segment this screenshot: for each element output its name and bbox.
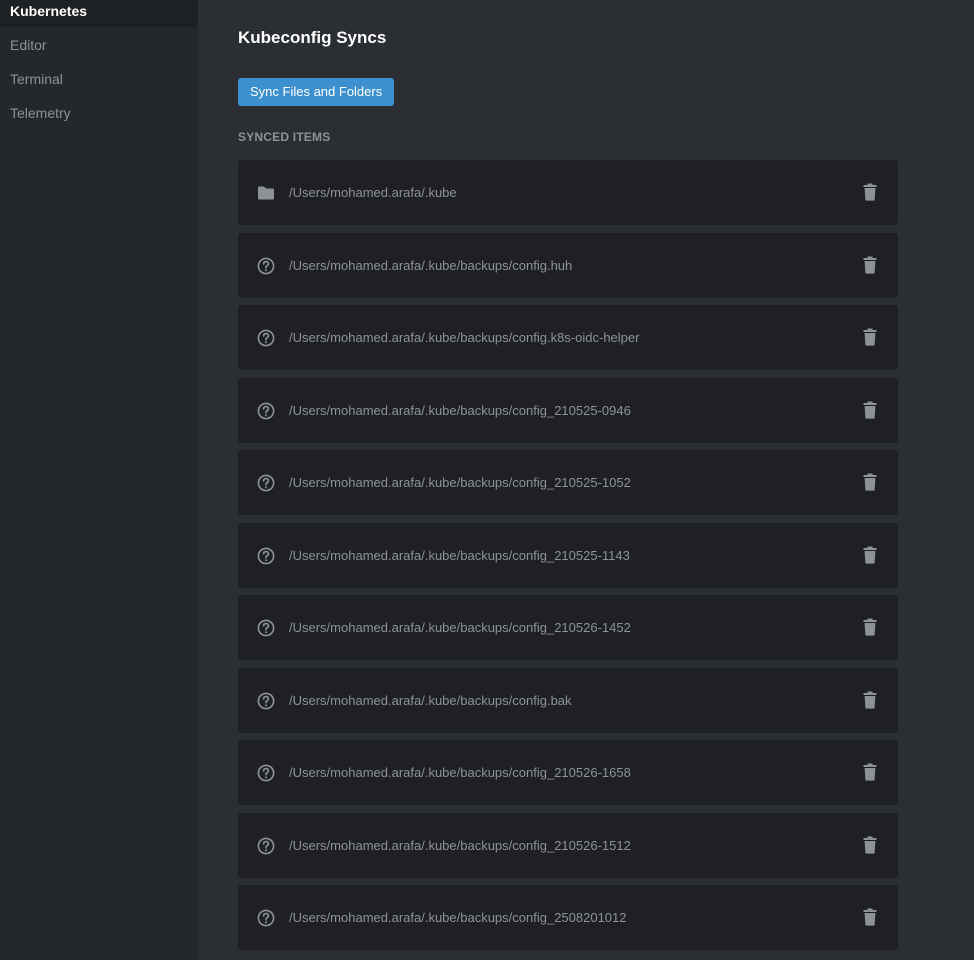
help-circle-icon xyxy=(257,909,275,927)
sidebar: Kubernetes Editor Terminal Telemetry xyxy=(0,0,198,960)
delete-trash-icon[interactable] xyxy=(862,691,878,709)
synced-item-row: /Users/mohamed.arafa/.kube/backups/confi… xyxy=(238,377,898,443)
synced-item-path: /Users/mohamed.arafa/.kube/backups/confi… xyxy=(289,330,640,345)
help-circle-icon xyxy=(257,402,275,420)
folder-icon xyxy=(257,184,275,202)
synced-item-row: /Users/mohamed.arafa/.kube/backups/confi… xyxy=(238,812,898,878)
synced-item-row: /Users/mohamed.arafa/.kube/backups/confi… xyxy=(238,450,898,515)
help-circle-icon xyxy=(257,619,275,637)
help-circle-icon xyxy=(257,257,275,275)
delete-trash-icon[interactable] xyxy=(862,256,878,274)
synced-item-row: /Users/mohamed.arafa/.kube xyxy=(238,160,898,225)
synced-item-path: /Users/mohamed.arafa/.kube xyxy=(289,185,457,200)
sidebar-item-terminal[interactable]: Terminal xyxy=(0,61,198,95)
delete-trash-icon[interactable] xyxy=(862,546,878,564)
synced-item-row: /Users/mohamed.arafa/.kube/backups/confi… xyxy=(238,232,898,298)
synced-item-path: /Users/mohamed.arafa/.kube/backups/confi… xyxy=(289,475,631,490)
synced-item-path: /Users/mohamed.arafa/.kube/backups/confi… xyxy=(289,837,631,853)
delete-trash-icon[interactable] xyxy=(862,473,878,491)
synced-item-path: /Users/mohamed.arafa/.kube/backups/confi… xyxy=(289,620,631,635)
synced-item-row: /Users/mohamed.arafa/.kube/backups/confi… xyxy=(238,305,898,370)
synced-item-path: /Users/mohamed.arafa/.kube/backups/confi… xyxy=(289,257,573,273)
synced-item-path: /Users/mohamed.arafa/.kube/backups/confi… xyxy=(289,547,630,563)
sync-files-and-folders-button[interactable]: Sync Files and Folders xyxy=(238,78,395,106)
synced-item-path: /Users/mohamed.arafa/.kube/backups/confi… xyxy=(289,765,631,780)
page-title: Kubeconfig Syncs xyxy=(238,28,387,47)
synced-items-heading: SYNCED ITEMS xyxy=(238,130,331,144)
synced-item-row: /Users/mohamed.arafa/.kube/backups/confi… xyxy=(238,667,898,733)
help-circle-icon xyxy=(257,474,275,492)
synced-item-row: /Users/mohamed.arafa/.kube/backups/confi… xyxy=(238,885,898,950)
help-circle-icon xyxy=(257,692,275,710)
synced-items-list: /Users/mohamed.arafa/.kube/Users/mohamed… xyxy=(238,160,898,958)
sidebar-item-telemetry[interactable]: Telemetry xyxy=(0,95,198,129)
sidebar-item-editor[interactable]: Editor xyxy=(0,27,198,61)
delete-trash-icon[interactable] xyxy=(862,183,878,201)
delete-trash-icon[interactable] xyxy=(862,836,878,854)
delete-trash-icon[interactable] xyxy=(862,908,878,926)
help-circle-icon xyxy=(257,547,275,565)
synced-item-path: /Users/mohamed.arafa/.kube/backups/confi… xyxy=(289,692,572,708)
synced-item-row: /Users/mohamed.arafa/.kube/backups/confi… xyxy=(238,740,898,805)
delete-trash-icon[interactable] xyxy=(862,328,878,346)
sidebar-item-kubernetes[interactable]: Kubernetes xyxy=(0,0,198,27)
help-circle-icon xyxy=(257,837,275,855)
delete-trash-icon[interactable] xyxy=(862,618,878,636)
delete-trash-icon[interactable] xyxy=(862,401,878,419)
synced-item-row: /Users/mohamed.arafa/.kube/backups/confi… xyxy=(238,595,898,660)
help-circle-icon xyxy=(257,764,275,782)
delete-trash-icon[interactable] xyxy=(862,763,878,781)
synced-item-row: /Users/mohamed.arafa/.kube/backups/confi… xyxy=(238,522,898,588)
synced-item-path: /Users/mohamed.arafa/.kube/backups/confi… xyxy=(289,402,631,418)
help-circle-icon xyxy=(257,329,275,347)
synced-item-path: /Users/mohamed.arafa/.kube/backups/confi… xyxy=(289,910,627,925)
